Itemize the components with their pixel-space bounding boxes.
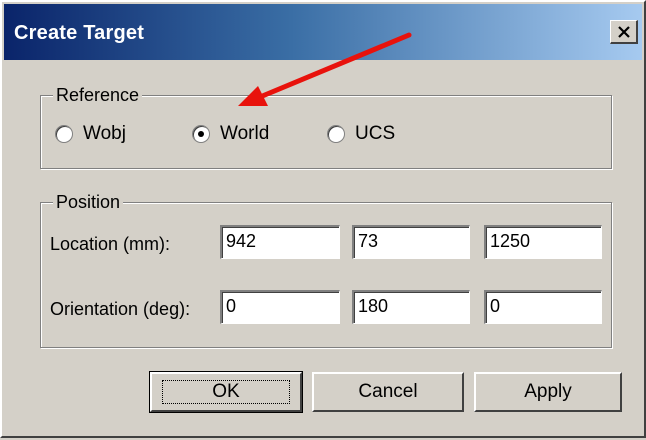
ok-button[interactable]: OK	[149, 371, 303, 413]
cancel-button[interactable]: Cancel	[312, 372, 464, 412]
focus-rect	[162, 380, 290, 404]
orientation-label: Orientation (deg):	[50, 299, 191, 319]
radio-wobj-circle[interactable]	[55, 125, 73, 143]
radio-ucs-label: UCS	[355, 123, 396, 144]
close-button[interactable]	[610, 20, 638, 44]
radio-world[interactable]: World	[192, 123, 269, 145]
position-group: Position	[40, 191, 612, 348]
radio-world-label: World	[220, 123, 270, 144]
position-group-label: Position	[53, 191, 124, 213]
location-z-field[interactable]: 1250	[484, 225, 602, 259]
window-title: Create Target	[14, 22, 145, 44]
radio-wobj[interactable]: Wobj	[55, 123, 126, 145]
reference-group-label: Reference	[53, 84, 143, 106]
location-y-field[interactable]: 73	[352, 225, 470, 259]
location-x-field[interactable]: 942	[220, 225, 340, 259]
apply-button-label: Apply	[524, 381, 572, 402]
close-icon	[617, 25, 630, 38]
radio-ucs-circle[interactable]	[327, 125, 345, 143]
title-bar[interactable]: Create Target	[4, 4, 642, 60]
radio-selected-dot	[198, 131, 204, 137]
location-label: Location (mm):	[50, 234, 171, 254]
create-target-dialog: Create Target Reference Wobj World UCS P…	[0, 0, 646, 438]
radio-world-circle[interactable]	[192, 125, 210, 143]
apply-button[interactable]: Apply	[474, 372, 622, 412]
orientation-z-field[interactable]: 0	[484, 290, 602, 324]
radio-wobj-label: Wobj	[83, 123, 126, 144]
radio-ucs[interactable]: UCS	[327, 123, 395, 145]
orientation-y-field[interactable]: 180	[352, 290, 470, 324]
orientation-x-field[interactable]: 0	[220, 290, 340, 324]
cancel-button-label: Cancel	[358, 381, 418, 402]
